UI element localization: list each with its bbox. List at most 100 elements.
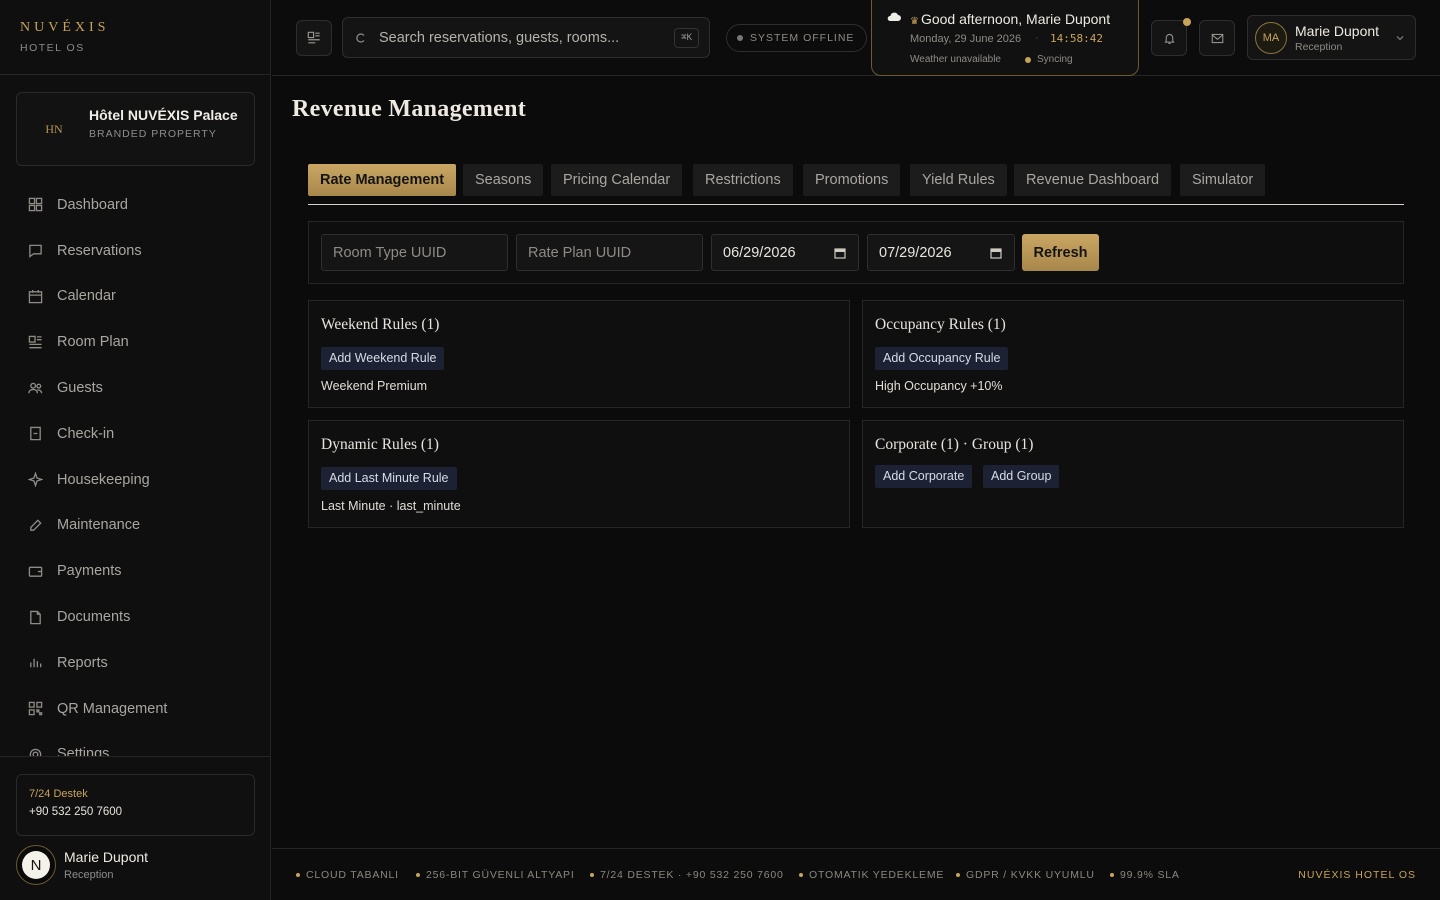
toggle-layout-button[interactable] bbox=[296, 20, 332, 56]
sidebar-user-role: Reception bbox=[64, 869, 114, 881]
search-input[interactable] bbox=[379, 29, 659, 46]
mail-icon bbox=[1211, 33, 1223, 43]
messages-button[interactable] bbox=[1199, 20, 1235, 56]
footer-item-label: CLOUD TABANLI bbox=[306, 869, 399, 881]
dashboard-icon bbox=[28, 198, 43, 212]
date-from-input[interactable]: 06/29/2026 bbox=[711, 234, 859, 271]
sidebar-item-documents[interactable]: Documents bbox=[0, 594, 271, 640]
date-to-input[interactable]: 07/29/2026 bbox=[867, 234, 1015, 271]
corporate-group-card: Corporate (1) · Group (1) Add Corporate … bbox=[862, 420, 1404, 528]
weather-status: Weather unavailable bbox=[910, 54, 1001, 65]
sidebar-item-reservations[interactable]: Reservations bbox=[0, 228, 271, 274]
user-name: Marie Dupont bbox=[1295, 23, 1380, 39]
calendar-icon[interactable] bbox=[834, 247, 846, 259]
sidebar-item-settings[interactable]: Settings bbox=[0, 732, 271, 756]
sidebar-item-maintenance[interactable]: Maintenance bbox=[0, 503, 271, 549]
tab-revenue-dashboard[interactable]: Revenue Dashboard bbox=[1014, 164, 1172, 196]
sidebar-user[interactable]: N Marie Dupont Reception bbox=[16, 845, 148, 885]
current-time: 14:58:42 bbox=[1050, 32, 1103, 45]
avatar: N bbox=[16, 845, 56, 885]
sync-dot bbox=[1025, 56, 1031, 63]
sidebar-item-label: Housekeeping bbox=[57, 471, 150, 488]
sparkle-icon bbox=[28, 472, 43, 488]
sidebar-item-check-in[interactable]: Check-in bbox=[0, 411, 271, 457]
tab-rate-management[interactable]: Rate Management bbox=[308, 164, 457, 196]
sidebar-item-label: Room Plan bbox=[57, 334, 129, 351]
support-card[interactable]: 7/24 Destek +90 532 250 7600 bbox=[16, 774, 255, 836]
footer-item-label: 99.9% SLA bbox=[1120, 869, 1180, 881]
rate-plan-input[interactable]: Rate Plan UUID bbox=[516, 234, 703, 271]
rule-item[interactable]: Last Minute · last_minute bbox=[321, 499, 461, 513]
sync-status: Syncing bbox=[1025, 54, 1073, 65]
topbar: ⌘K SYSTEM OFFLINE ♛Good afternoon, Marie… bbox=[272, 0, 1440, 76]
bell-icon bbox=[1163, 33, 1175, 44]
footer-dot bbox=[1110, 873, 1114, 877]
status-dot bbox=[737, 35, 743, 41]
tab-pricing-calendar[interactable]: Pricing Calendar bbox=[551, 164, 683, 196]
wrench-icon bbox=[30, 519, 42, 531]
sidebar-item-dashboard[interactable]: Dashboard bbox=[0, 182, 271, 228]
sidebar-item-label: Reservations bbox=[57, 242, 142, 259]
footer-dot bbox=[590, 873, 594, 877]
reservations-icon bbox=[29, 244, 42, 259]
search-shortcut: ⌘K bbox=[674, 28, 699, 48]
footer: CLOUD TABANLI 256-BIT GÜVENLI ALTYAPI 7/… bbox=[272, 848, 1440, 900]
footer-item-label: 256-BIT GÜVENLI ALTYAPI bbox=[426, 869, 575, 881]
calendar-icon[interactable] bbox=[990, 247, 1002, 259]
brand-name[interactable]: NUVÉXIS bbox=[20, 20, 250, 36]
property-type: BRANDED PROPERTY bbox=[89, 128, 217, 140]
search-bar[interactable]: ⌘K bbox=[342, 17, 710, 58]
footer-dot bbox=[799, 873, 803, 877]
sidebar-item-room-plan[interactable]: Room Plan bbox=[0, 319, 271, 365]
footer-item-label: GDPR / KVKK UYUMLU bbox=[966, 869, 1095, 881]
wallet-icon bbox=[28, 566, 43, 577]
greeting-text: Good afternoon, Marie Dupont bbox=[920, 11, 1111, 27]
tab-yield-rules[interactable]: Yield Rules bbox=[910, 164, 1007, 196]
tab-restrictions[interactable]: Restrictions bbox=[693, 164, 793, 196]
sidebar-user-name: Marie Dupont bbox=[64, 849, 149, 865]
current-date: Monday, 29 June 2026 bbox=[910, 33, 1022, 45]
tab-seasons[interactable]: Seasons bbox=[463, 164, 544, 196]
rule-item[interactable]: Weekend Premium bbox=[321, 379, 427, 393]
tab-bar: Rate Management Seasons Pricing Calendar… bbox=[308, 164, 1404, 205]
footer-item: 99.9% SLA bbox=[1110, 869, 1180, 881]
add-occupancy-rule-button[interactable]: Add Occupancy Rule bbox=[875, 347, 1009, 370]
add-last-minute-rule-button[interactable]: Add Last Minute Rule bbox=[321, 467, 457, 490]
sidebar-footer: 7/24 Destek +90 532 250 7600 N Marie Dup… bbox=[0, 756, 271, 900]
refresh-button[interactable]: Refresh bbox=[1022, 234, 1099, 271]
sync-text: Syncing bbox=[1037, 54, 1073, 65]
footer-item: 7/24 DESTEK · +90 532 250 7600 bbox=[590, 869, 784, 881]
bar-chart-icon bbox=[30, 659, 42, 668]
footer-dot bbox=[956, 873, 960, 877]
occupancy-rules-card: Occupancy Rules (1) Add Occupancy Rule H… bbox=[862, 300, 1404, 408]
user-role: Reception bbox=[1295, 41, 1343, 53]
filter-panel: Room Type UUID Rate Plan UUID 06/29/2026… bbox=[308, 221, 1404, 284]
tab-promotions[interactable]: Promotions bbox=[803, 164, 901, 196]
check-in-icon bbox=[30, 427, 41, 441]
greeting-panel: ♛ Good afternoon, Marie Dupont Monday, 29… bbox=[871, 0, 1139, 76]
sidebar-item-calendar[interactable]: Calendar bbox=[0, 274, 271, 320]
footer-dot bbox=[416, 873, 420, 877]
sidebar-item-housekeeping[interactable]: Housekeeping bbox=[0, 457, 271, 503]
footer-item-label: OTOMATIK YEDEKLEME bbox=[809, 869, 945, 881]
room-type-input[interactable]: Room Type UUID bbox=[321, 234, 508, 271]
sidebar-item-guests[interactable]: Guests bbox=[0, 365, 271, 411]
search-icon bbox=[356, 32, 365, 43]
sidebar-item-qr-management[interactable]: QR Management bbox=[0, 686, 271, 732]
card-title: Dynamic Rules (1) bbox=[321, 436, 439, 453]
add-weekend-rule-button[interactable]: Add Weekend Rule bbox=[321, 347, 445, 370]
sidebar-item-payments[interactable]: Payments bbox=[0, 548, 271, 594]
sidebar-item-reports[interactable]: Reports bbox=[0, 640, 271, 686]
cloud-icon bbox=[887, 12, 901, 21]
property-switcher[interactable]: HN Hôtel NUVÉXIS Palace BRANDED PROPERTY bbox=[16, 92, 255, 166]
sidebar: NUVÉXIS HOTEL OS HN Hôtel NUVÉXIS Palace… bbox=[0, 0, 271, 900]
property-name: Hôtel NUVÉXIS Palace bbox=[89, 107, 238, 123]
add-corporate-button[interactable]: Add Corporate bbox=[875, 465, 973, 488]
add-group-button[interactable]: Add Group bbox=[983, 465, 1060, 488]
rule-item[interactable]: High Occupancy +10% bbox=[875, 379, 1003, 393]
support-title: 7/24 Destek bbox=[29, 788, 88, 800]
card-title: Weekend Rules (1) bbox=[321, 316, 440, 333]
tab-simulator[interactable]: Simulator bbox=[1180, 164, 1266, 196]
notifications-button[interactable] bbox=[1151, 18, 1191, 56]
user-menu[interactable]: MA Marie Dupont Reception bbox=[1247, 15, 1416, 60]
